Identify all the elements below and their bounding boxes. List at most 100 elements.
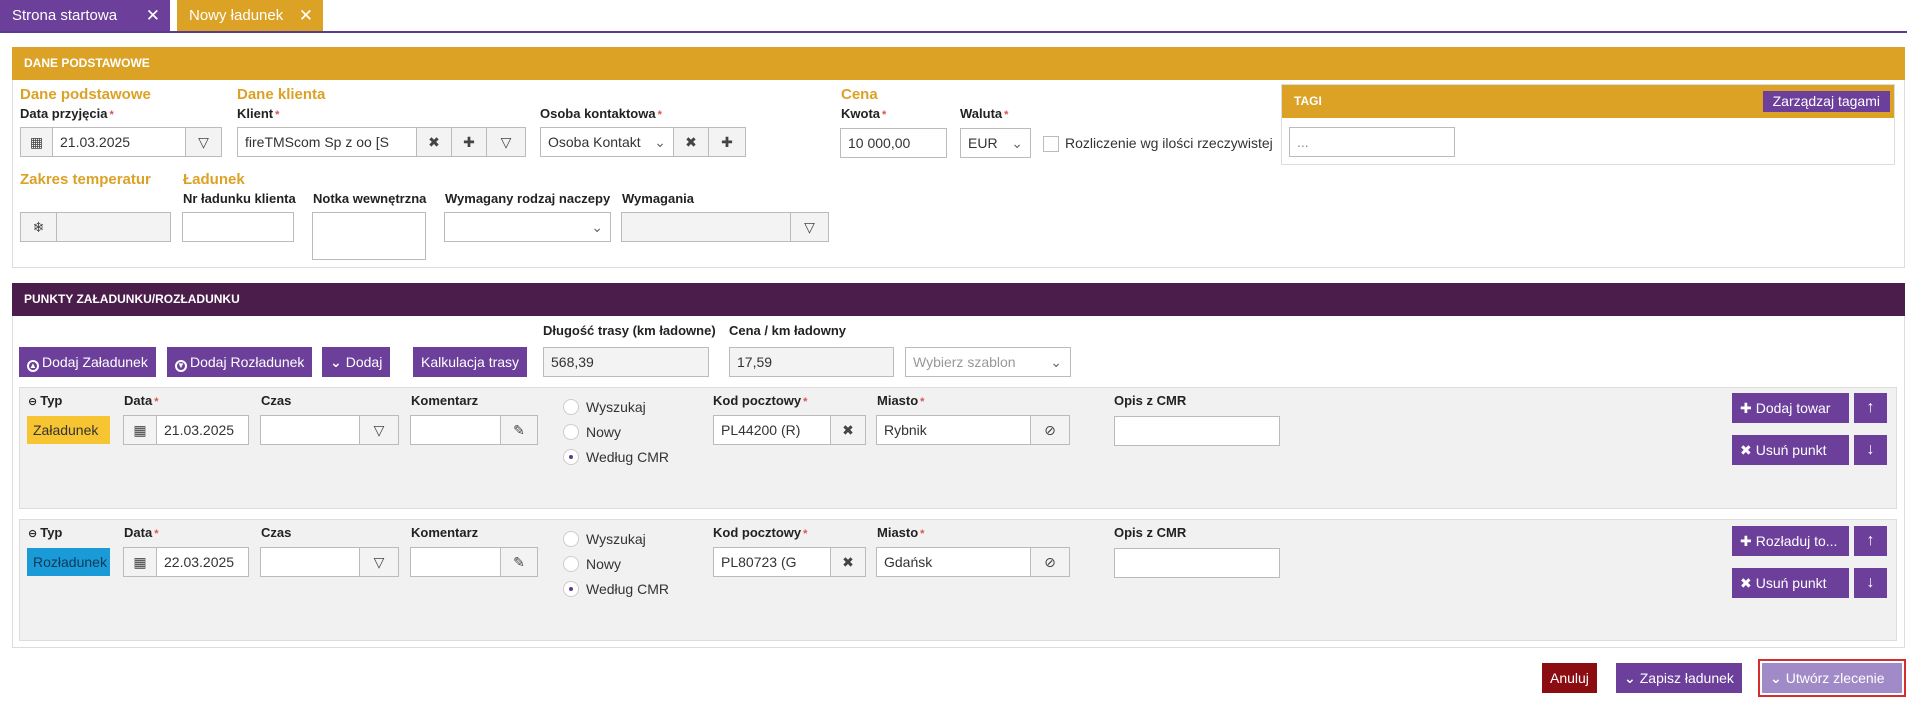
client-input[interactable]: fireTMScom Sp z oo [S <box>237 127 417 157</box>
collapse-icon[interactable]: ⊖ <box>28 528 37 540</box>
currency-select[interactable]: EUR ⌄ <box>960 128 1031 158</box>
date-input[interactable]: 21.03.2025 <box>156 415 249 445</box>
calendar-icon[interactable]: ▦ <box>123 415 157 445</box>
move-down-icon[interactable]: ↓ <box>1854 435 1887 465</box>
cmr-description-input[interactable] <box>1114 548 1280 578</box>
chevron-down-icon: ⌄ <box>1624 670 1636 686</box>
clear-icon[interactable]: ✖ <box>416 127 452 157</box>
client-load-number-label: Nr ładunku klienta <box>183 191 296 206</box>
close-icon[interactable]: ✕ <box>299 0 313 31</box>
unload-goods-button[interactable]: ✚ Rozładuj to... <box>1732 526 1849 556</box>
trailer-type-select[interactable]: ⌄ <box>444 212 611 242</box>
add-icon[interactable]: ✚ <box>708 127 746 157</box>
contact-select[interactable]: Osoba Kontakt ⌄ <box>540 127 674 157</box>
add-icon[interactable]: ✚ <box>451 127 487 157</box>
tab-nowy-ladunek[interactable]: Nowy ładunek ✕ <box>177 0 323 31</box>
point-card-unloading <box>19 519 1897 641</box>
city-input[interactable]: Gdańsk <box>876 547 1031 577</box>
tab-strona-startowa[interactable]: Strona startowa ✕ <box>0 0 170 31</box>
price-per-km-input[interactable]: 17,59 <box>729 347 894 377</box>
radio-new-label: Nowy <box>586 424 622 440</box>
group-label-basic: Dane podstawowe <box>20 86 151 103</box>
move-down-icon[interactable]: ↓ <box>1854 568 1887 598</box>
chevron-down-icon[interactable]: ▽ <box>359 547 399 577</box>
compass-icon[interactable]: ⊘ <box>1030 547 1070 577</box>
tags-panel: TAGI Zarządzaj tagami ... <box>1281 84 1895 165</box>
type-badge-unloading: Rozładunek <box>27 548 110 576</box>
calendar-icon[interactable]: ▦ <box>123 547 157 577</box>
comment-input[interactable] <box>410 415 501 445</box>
group-label-client: Dane klienta <box>237 86 326 103</box>
cmr-description-input[interactable] <box>1114 416 1280 446</box>
group-label-price: Cena <box>841 86 878 103</box>
contact-label: Osoba kontaktowa * <box>540 106 662 121</box>
chevron-down-icon[interactable]: ▽ <box>486 127 526 157</box>
internal-note-label: Notka wewnętrzna <box>313 191 427 206</box>
radio-by-cmr[interactable] <box>563 449 579 465</box>
settle-checkbox[interactable] <box>1043 136 1059 152</box>
type-label: ⊖ Typ <box>28 525 63 540</box>
create-order-button[interactable]: ⌄ Utwórz zlecenie <box>1762 663 1902 693</box>
radio-new-label: Nowy <box>586 556 622 572</box>
move-up-icon[interactable]: ↑ <box>1854 393 1887 423</box>
edit-icon[interactable]: ✎ <box>500 415 538 445</box>
route-length-input[interactable]: 568,39 <box>543 347 709 377</box>
radio-search[interactable] <box>563 399 579 415</box>
calendar-icon[interactable]: ▦ <box>20 127 53 157</box>
radio-by-cmr[interactable] <box>563 581 579 597</box>
chevron-down-icon[interactable]: ▽ <box>185 127 222 157</box>
collapse-icon[interactable]: ⊖ <box>28 396 37 408</box>
close-icon: ✖ <box>1740 575 1752 591</box>
client-load-number-input[interactable] <box>182 212 294 242</box>
remove-point-button[interactable]: ✖ Usuń punkt <box>1732 435 1849 465</box>
comment-label: Komentarz <box>411 525 479 540</box>
chevron-down-icon: ⌄ <box>591 219 603 235</box>
snowflake-icon[interactable]: ❄ <box>20 212 57 242</box>
clear-icon[interactable]: ✖ <box>673 127 709 157</box>
move-up-icon[interactable]: ↑ <box>1854 526 1887 556</box>
radio-new[interactable] <box>563 556 579 572</box>
date-input[interactable]: 22.03.2025 <box>156 547 249 577</box>
internal-note-textarea[interactable] <box>312 212 426 260</box>
clear-icon[interactable]: ✖ <box>830 547 866 577</box>
manage-tags-button[interactable]: Zarządzaj tagami <box>1762 91 1890 112</box>
radio-by-cmr-label: Według CMR <box>586 581 669 597</box>
city-input[interactable]: Rybnik <box>876 415 1031 445</box>
time-input[interactable] <box>260 415 360 445</box>
group-label-load: Ładunek <box>183 171 245 188</box>
radio-new[interactable] <box>563 424 579 440</box>
save-load-button[interactable]: ⌄ Zapisz ładunek <box>1616 663 1742 693</box>
edit-icon[interactable]: ✎ <box>500 547 538 577</box>
amount-input[interactable]: 10 000,00 <box>840 128 947 158</box>
remove-point-button[interactable]: ✖ Usuń punkt <box>1732 568 1849 598</box>
cancel-button[interactable]: Anuluj <box>1542 663 1597 693</box>
requirements-label: Wymagania <box>622 191 695 206</box>
requirements-input[interactable] <box>621 212 791 242</box>
temperature-input[interactable] <box>56 212 171 242</box>
time-input[interactable] <box>260 547 360 577</box>
postal-code-input[interactable]: PL44200 (R) <box>713 415 831 445</box>
tab-label: Nowy ładunek <box>189 7 284 24</box>
point-card-loading <box>19 387 1897 509</box>
tags-input[interactable]: ... <box>1289 127 1455 157</box>
date-input[interactable]: 21.03.2025 <box>52 127 186 157</box>
postal-code-label: Kod pocztowy * <box>713 525 808 540</box>
template-select[interactable]: Wybierz szablon ⌄ <box>905 347 1071 377</box>
section-header-points: PUNKTY ZAŁADUNKU/ROZŁADUNKU <box>12 283 1905 316</box>
radio-search[interactable] <box>563 531 579 547</box>
postal-code-input[interactable]: PL80723 (G <box>713 547 831 577</box>
radio-by-cmr-label: Według CMR <box>586 449 669 465</box>
close-icon[interactable]: ✕ <box>146 0 160 31</box>
compass-icon[interactable]: ⊘ <box>1030 415 1070 445</box>
route-calculation-button[interactable]: Kalkulacja trasy <box>413 347 528 377</box>
chevron-down-icon[interactable]: ▽ <box>359 415 399 445</box>
add-goods-button[interactable]: ✚ Dodaj towar <box>1732 393 1849 423</box>
add-unloading-button[interactable]: ▼ Dodaj Rozładunek <box>167 347 313 377</box>
clear-icon[interactable]: ✖ <box>830 415 866 445</box>
add-loading-button[interactable]: ▲ Dodaj Załadunek <box>19 347 156 377</box>
chevron-down-icon[interactable]: ▽ <box>790 212 829 242</box>
comment-input[interactable] <box>410 547 501 577</box>
add-button[interactable]: ⌄ Dodaj <box>322 347 391 377</box>
type-label: ⊖ Typ <box>28 393 63 408</box>
circle-arrow-up-icon: ▲ <box>27 360 39 372</box>
